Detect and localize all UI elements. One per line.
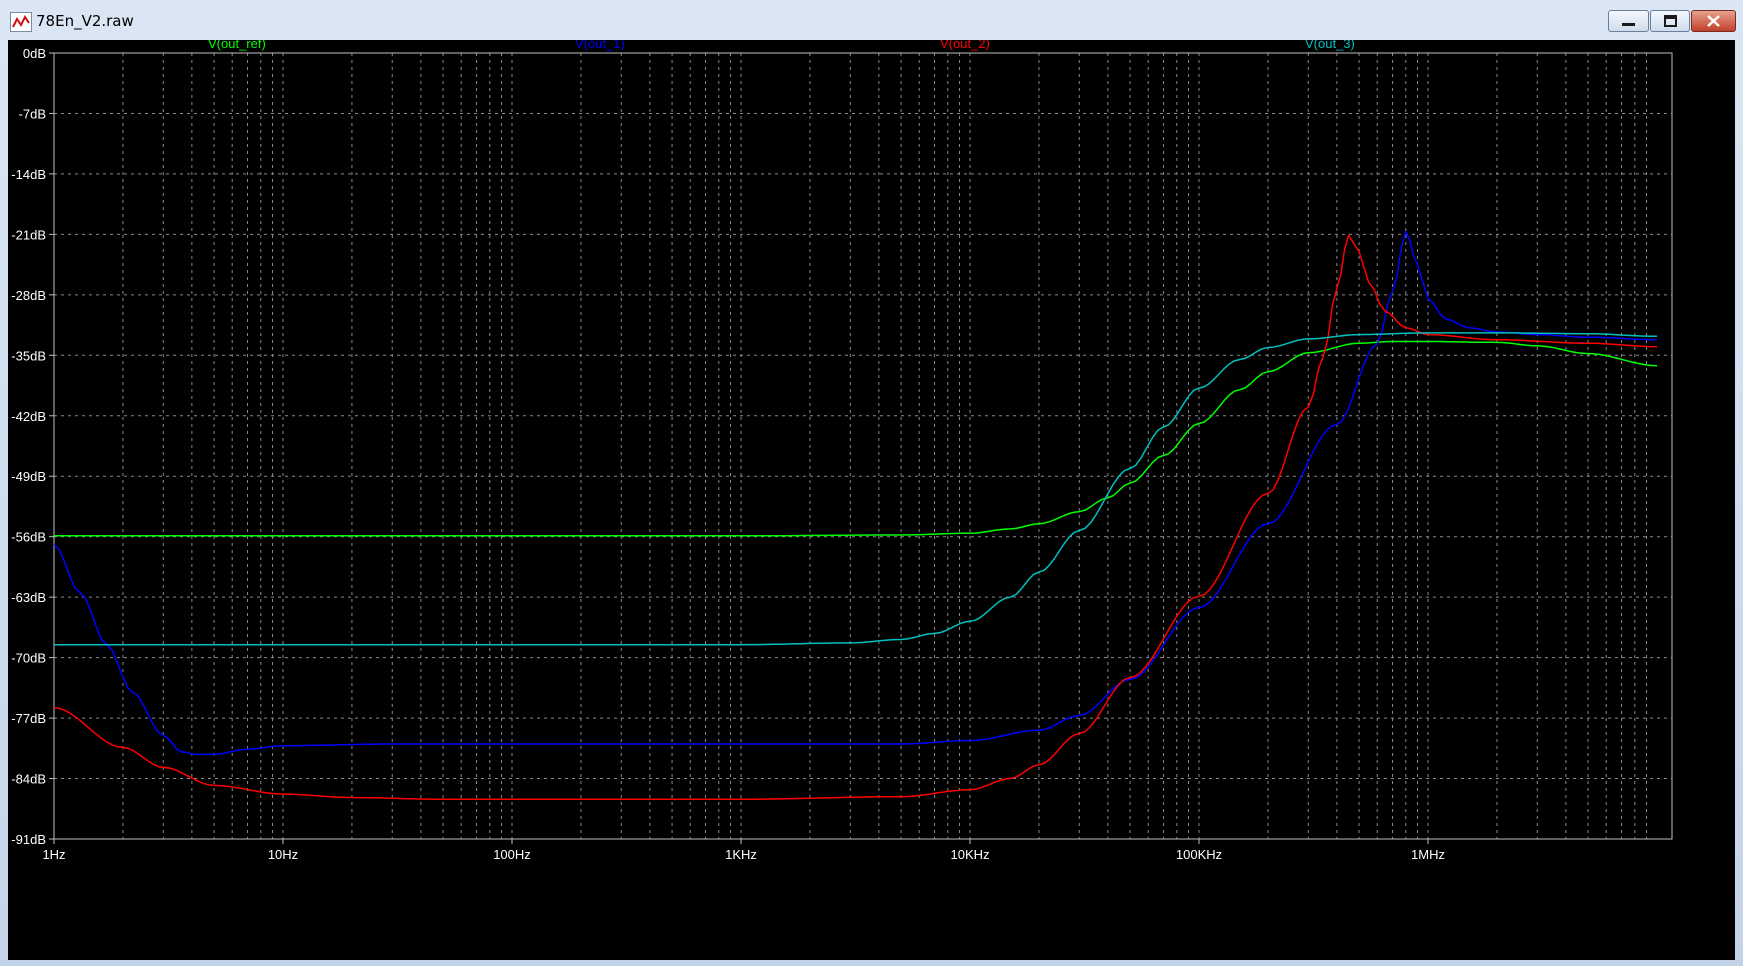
y-tick-label: -77dB bbox=[11, 711, 46, 726]
minimize-button[interactable] bbox=[1608, 10, 1649, 32]
legend-entry: V(out_3) bbox=[1305, 40, 1355, 51]
window-title: 78En_V2.raw bbox=[36, 12, 134, 30]
series-line-v-out-3- bbox=[54, 332, 1657, 646]
minimize-icon bbox=[1622, 23, 1635, 26]
y-tick-label: -35dB bbox=[11, 348, 46, 363]
y-tick-label: -14dB bbox=[11, 167, 46, 182]
bode-chart[interactable]: 0dB -7dB -14dB -21dB -28dB -35dB -42dB -49dB -56… bbox=[8, 40, 1735, 960]
y-tick-label: -28dB bbox=[11, 288, 46, 303]
legend-entry: V(out_ref) bbox=[208, 40, 266, 51]
series-line-v-out-1- bbox=[54, 231, 1658, 756]
x-tick-label: 100Hz bbox=[493, 847, 531, 862]
title-bar[interactable]: 78En_V2.raw bbox=[0, 0, 1743, 40]
x-tick-label: 100KHz bbox=[1176, 847, 1222, 862]
y-tick-label: -7dB bbox=[19, 106, 46, 121]
plot-border bbox=[53, 52, 1673, 840]
series-line-v-out-ref- bbox=[54, 340, 1658, 537]
x-tick-label: 1KHz bbox=[725, 847, 757, 862]
maximize-icon bbox=[1664, 15, 1677, 27]
waveform-icon bbox=[10, 12, 32, 32]
x-tick-label: 10Hz bbox=[268, 847, 298, 862]
y-tick-label: -70dB bbox=[11, 651, 46, 666]
maximize-button[interactable] bbox=[1650, 10, 1690, 32]
y-tick-label: 0dB bbox=[23, 46, 46, 61]
y-tick-label: -91dB bbox=[11, 832, 46, 847]
y-tick-label: -63dB bbox=[11, 590, 46, 605]
plot-area[interactable]: 0dB -7dB -14dB -21dB -28dB -35dB -42dB -49dB -56… bbox=[8, 40, 1735, 960]
y-tick-label: -49dB bbox=[11, 469, 46, 484]
legend-entry: V(out_2) bbox=[940, 40, 990, 51]
y-tick-label: -21dB bbox=[11, 227, 46, 242]
x-tick-label: 10KHz bbox=[950, 847, 989, 862]
plot-window: 78En_V2.raw 0dB -7dB -14dB -21dB -28dB -35dB -… bbox=[0, 0, 1743, 966]
series-line-v-out-2- bbox=[54, 234, 1658, 801]
legend-entry: V(out_1) bbox=[575, 40, 625, 51]
x-tick-label: 1Hz bbox=[42, 847, 65, 862]
close-button[interactable] bbox=[1691, 10, 1736, 32]
close-icon bbox=[1707, 15, 1720, 27]
y-tick-label: -42dB bbox=[11, 409, 46, 424]
y-tick-label: -84dB bbox=[11, 772, 46, 787]
y-tick-label: -56dB bbox=[11, 530, 46, 545]
x-tick-label: 1MHz bbox=[1411, 847, 1445, 862]
